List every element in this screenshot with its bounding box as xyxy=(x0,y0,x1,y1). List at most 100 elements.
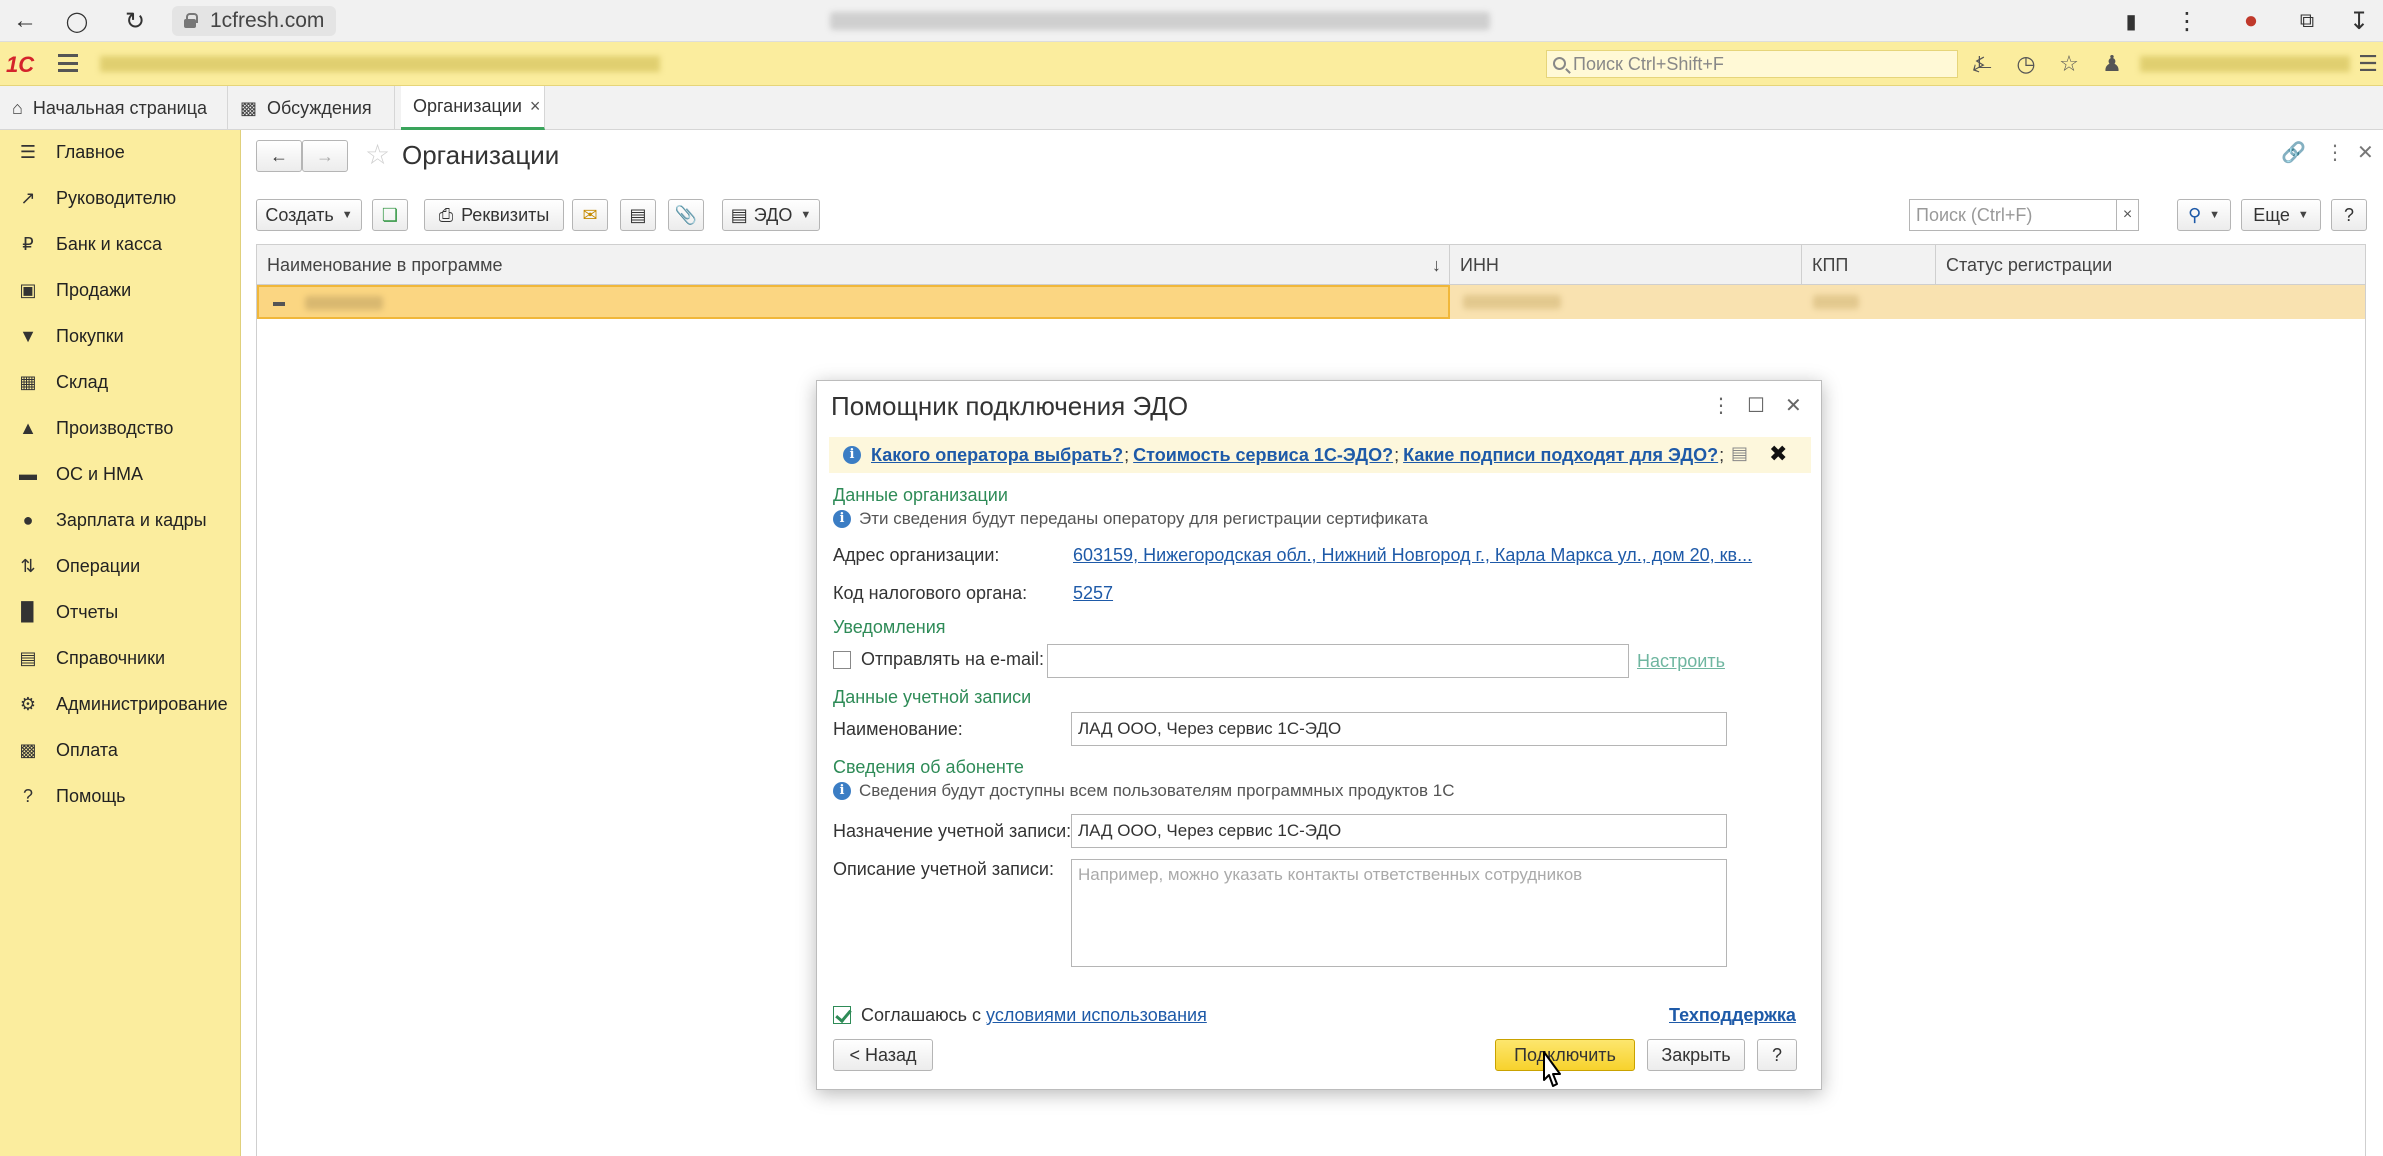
reload-icon[interactable]: ↻ xyxy=(120,6,150,36)
link-which-signatures[interactable]: Какие подписи подходят для ЭДО? xyxy=(1403,445,1718,466)
sidebar-item-production[interactable]: ▲ Производство xyxy=(0,406,241,450)
help-button[interactable]: ? xyxy=(2331,199,2367,231)
org-hint: i Эти сведения будут переданы оператору д… xyxy=(833,509,1428,529)
app-title-blurred xyxy=(100,56,660,72)
sidebar-item-label: Покупки xyxy=(56,325,124,346)
email-button[interactable]: ✉ xyxy=(572,199,608,231)
tab-home[interactable]: ⌂ Начальная страница xyxy=(0,86,228,130)
address-bar[interactable]: 1cfresh.com xyxy=(172,6,337,36)
browser-toolbar: ← ◯ ↻ 1cfresh.com ▮ ⋮ ● ⧉ ↧ xyxy=(0,0,2383,42)
support-link[interactable]: Техподдержка xyxy=(1669,1005,1796,1026)
download-icon[interactable]: ↧ xyxy=(2344,6,2374,36)
edo-button[interactable]: ▤ ЭДО ▼ xyxy=(722,199,820,231)
sidebar-item-operations[interactable]: ⇅ Операции xyxy=(0,544,241,588)
more-button[interactable]: Еще ▼ xyxy=(2241,199,2321,231)
column-header-inn[interactable]: ИНН xyxy=(1450,245,1802,285)
settings-menu-icon[interactable]: ☰ xyxy=(2354,50,2382,78)
link-icon[interactable]: 🔗 xyxy=(2281,140,2306,165)
purpose-input[interactable]: ЛАД ООО, Через сервис 1С-ЭДО xyxy=(1071,814,1727,848)
link-which-operator[interactable]: Какого оператора выбрать? xyxy=(871,445,1123,466)
attachment-button[interactable]: 📎 xyxy=(668,199,704,231)
address-label: Адрес организации: xyxy=(833,545,1000,565)
terms-link[interactable]: условиями использования xyxy=(986,1005,1207,1025)
list-search-input[interactable]: Поиск (Ctrl+F) xyxy=(1909,199,2117,231)
menu-icon[interactable] xyxy=(58,54,78,72)
users-icon[interactable]: ♟ xyxy=(2098,50,2126,78)
close-icon[interactable]: × xyxy=(530,96,541,117)
email-input[interactable] xyxy=(1047,644,1629,678)
table-row[interactable] xyxy=(257,285,2365,319)
sidebar-item-assets[interactable]: ▬ ОС и НМА xyxy=(0,452,241,496)
help-button[interactable]: ? xyxy=(1757,1039,1797,1071)
tax-office-link[interactable]: 5257 xyxy=(1073,583,1113,604)
help-label: ? xyxy=(2343,204,2354,225)
email-checkbox[interactable] xyxy=(833,651,851,669)
close-icon[interactable]: ✕ xyxy=(1785,393,1802,418)
clear-icon[interactable]: × xyxy=(2117,199,2139,231)
create-button[interactable]: Создать ▼ xyxy=(256,199,362,231)
sidebar-item-help[interactable]: ? Помощь xyxy=(0,774,241,818)
bookmark-icon[interactable]: ▮ xyxy=(2116,6,2146,36)
sidebar-item-main[interactable]: ☰ Главное xyxy=(0,130,241,174)
link-service-cost[interactable]: Стоимость сервиса 1С-ЭДО? xyxy=(1133,445,1393,466)
books-icon: ▤ xyxy=(19,647,37,668)
nav-back-button[interactable]: ← xyxy=(256,140,302,172)
sidebar-item-sales[interactable]: ▣ Продажи xyxy=(0,268,241,312)
sidebar-item-label: Главное xyxy=(56,141,125,162)
star-icon[interactable]: ☆ xyxy=(2055,50,2083,78)
favorite-star-icon[interactable]: ☆ xyxy=(365,138,390,171)
back-arrow-icon[interactable]: ← xyxy=(10,6,40,36)
bell-icon[interactable]: ⍼ xyxy=(1968,50,1996,78)
name-input[interactable]: ЛАД ООО, Через сервис 1С-ЭДО xyxy=(1071,712,1727,746)
close-info-icon[interactable]: ✖ xyxy=(1769,441,1787,467)
caret-down-icon: ▼ xyxy=(2297,209,2309,221)
agree-checkbox[interactable] xyxy=(833,1006,851,1024)
truck-icon: ▬ xyxy=(19,463,37,484)
column-header-name[interactable]: Наименование в программе ↓ xyxy=(257,245,1450,285)
gear-icon: ⚙ xyxy=(19,693,37,714)
close-icon[interactable]: ✕ xyxy=(2357,140,2374,165)
sidebar-item-label: Зарплата и кадры xyxy=(56,509,207,530)
close-button[interactable]: Закрыть xyxy=(1647,1039,1745,1071)
sidebar-item-admin[interactable]: ⚙ Администрирование xyxy=(0,682,241,726)
history-icon[interactable]: ◷ xyxy=(2012,50,2040,78)
copy-button[interactable]: ❏ xyxy=(372,199,408,231)
tab-label: Начальная страница xyxy=(32,97,208,118)
inn-blurred xyxy=(1463,295,1561,309)
address-link[interactable]: 603159, Нижегородская обл., Нижний Новго… xyxy=(1073,545,1752,566)
search-button[interactable]: ⚲ ▼ xyxy=(2177,199,2231,231)
sidebar-item-label: Продажи xyxy=(56,279,132,300)
document-icon[interactable]: ▤ xyxy=(1731,443,1748,464)
cart-icon: ▼ xyxy=(19,325,37,346)
tab-discussions[interactable]: ▩ Обсуждения xyxy=(228,86,395,130)
sidebar-item-payment[interactable]: ▩ Оплата xyxy=(0,728,241,772)
sidebar-item-salary[interactable]: ● Зарплата и кадры xyxy=(0,498,241,542)
description-textarea[interactable]: Например, можно указать контакты ответст… xyxy=(1071,859,1727,967)
logo-1c[interactable]: 1С xyxy=(6,52,34,78)
sidebar-item-purchases[interactable]: ▼ Покупки xyxy=(0,314,241,358)
configure-link[interactable]: Настроить xyxy=(1637,651,1725,672)
back-button[interactable]: < Назад xyxy=(833,1039,933,1071)
maximize-icon[interactable]: ☐ xyxy=(1747,393,1765,418)
section-account-data: Данные учетной записи xyxy=(833,687,1032,707)
edo-icon: ▤ xyxy=(730,204,748,225)
sidebar-item-manager[interactable]: ↗ Руководителю xyxy=(0,176,241,220)
nav-forward-button[interactable]: → xyxy=(302,140,348,172)
sidebar-item-bank[interactable]: ₽ Банк и касса xyxy=(0,222,241,266)
column-header-kpp[interactable]: КПП xyxy=(1802,245,1936,285)
more-vertical-icon[interactable]: ⋮ xyxy=(1711,393,1731,418)
global-search-input[interactable]: Поиск Ctrl+Shift+F xyxy=(1546,50,1958,78)
sidebar-item-reports[interactable]: ▉ Отчеты xyxy=(0,590,241,634)
more-vertical-icon[interactable]: ⋮ xyxy=(2325,140,2345,165)
more-vertical-icon[interactable]: ⋮ xyxy=(2172,6,2202,36)
tab-organizations[interactable]: Организации × xyxy=(401,86,545,130)
yandex-icon[interactable]: ◯ xyxy=(62,6,92,36)
column-header-status[interactable]: Статус регистрации xyxy=(1936,245,2365,285)
tabs-icon[interactable]: ⧉ xyxy=(2292,6,2322,36)
calculator-button[interactable]: ▤ xyxy=(620,199,656,231)
extension-icon[interactable]: ● xyxy=(2236,6,2266,36)
sidebar-item-warehouse[interactable]: ▦ Склад xyxy=(0,360,241,404)
printer-icon: ⎙ xyxy=(438,204,454,225)
sidebar-item-catalogs[interactable]: ▤ Справочники xyxy=(0,636,241,680)
requisites-button[interactable]: ⎙ Реквизиты xyxy=(424,199,564,231)
